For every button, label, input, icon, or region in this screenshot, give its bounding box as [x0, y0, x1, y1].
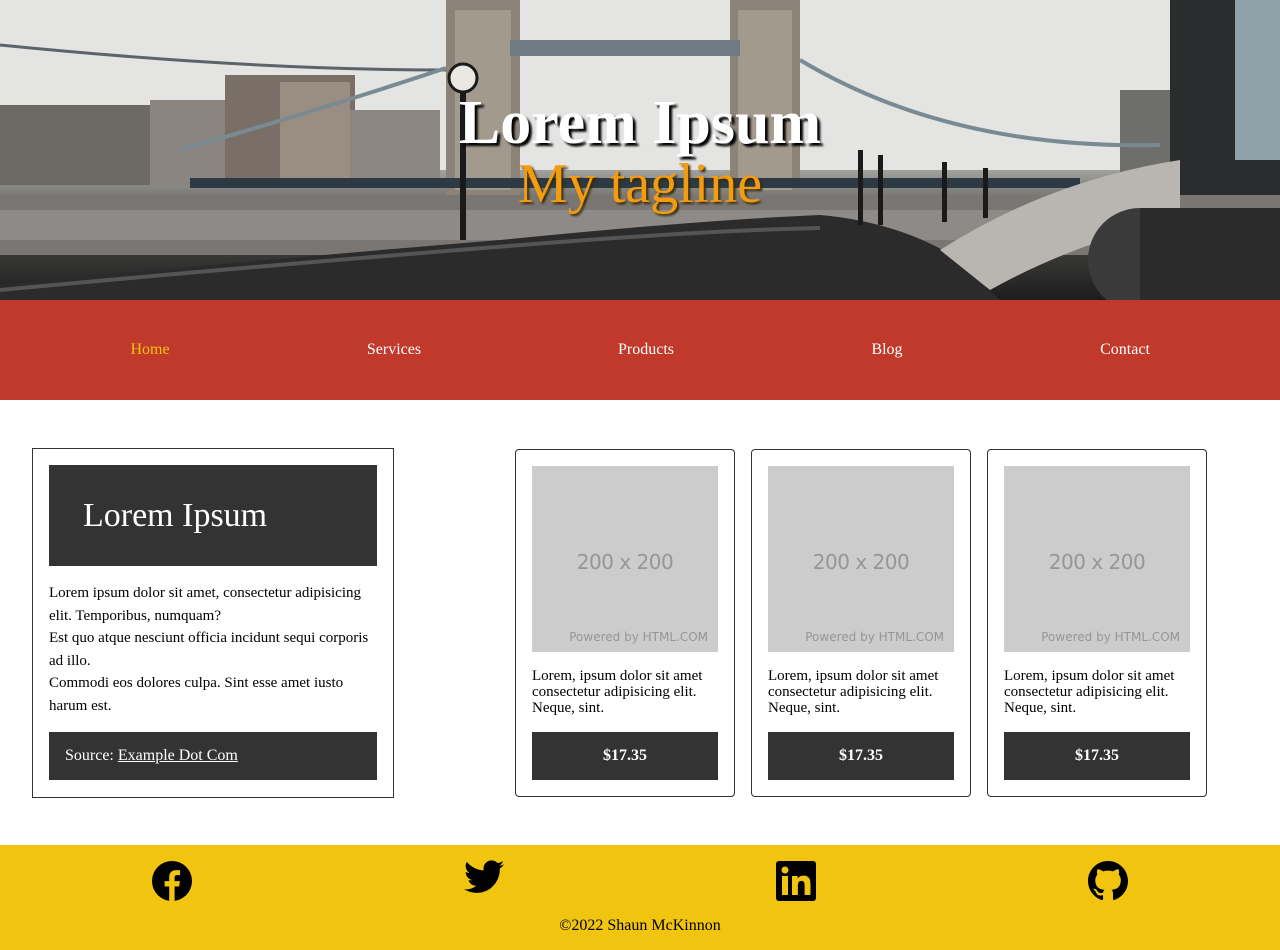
- linkedin-icon[interactable]: [776, 861, 816, 901]
- nav-link-products[interactable]: Products: [618, 340, 674, 360]
- article-header: Lorem Ipsum: [49, 465, 377, 566]
- product-description: Lorem, ipsum dolor sit amet consectetur …: [768, 668, 939, 716]
- placeholder-dimensions: 200 x 200: [576, 550, 674, 574]
- site-title: Lorem Ipsum: [458, 89, 822, 157]
- site-footer: ©2022 Shaun McKinnon: [0, 845, 1280, 950]
- copyright-text: ©2022 Shaun McKinnon: [559, 917, 721, 934]
- hero-banner: Lorem Ipsum My tagline: [0, 0, 1280, 300]
- product-card: 200 x 200 Powered by HTML.COM Lorem, ips…: [515, 449, 735, 797]
- product-image-placeholder: 200 x 200 Powered by HTML.COM: [532, 466, 718, 652]
- article-card: Lorem Ipsum Lorem ipsum dolor sit amet, …: [32, 448, 394, 798]
- product-price-button[interactable]: $17.35: [532, 732, 718, 780]
- product-card: 200 x 200 Powered by HTML.COM Lorem, ips…: [751, 449, 971, 797]
- product-price-button[interactable]: $17.35: [768, 732, 954, 780]
- product-price-button[interactable]: $17.35: [1004, 732, 1190, 780]
- source-label: Source:: [65, 747, 114, 764]
- article-body: Lorem ipsum dolor sit amet, consectetur …: [49, 582, 369, 717]
- placeholder-dimensions: 200 x 200: [812, 550, 910, 574]
- placeholder-credit: Powered by HTML.COM: [1041, 630, 1180, 644]
- product-card: 200 x 200 Powered by HTML.COM Lorem, ips…: [987, 449, 1207, 797]
- site-tagline: My tagline: [517, 153, 763, 215]
- github-icon[interactable]: [1088, 861, 1128, 901]
- nav-link-contact[interactable]: Contact: [1100, 340, 1150, 360]
- placeholder-credit: Powered by HTML.COM: [569, 630, 708, 644]
- main-navigation: Home Services Products Blog Contact: [0, 300, 1280, 400]
- article-source: Source: Example Dot Com: [49, 732, 377, 780]
- source-link[interactable]: Example Dot Com: [118, 747, 238, 764]
- twitter-icon[interactable]: [464, 859, 504, 899]
- article-paragraph: Lorem ipsum dolor sit amet, consectetur …: [49, 585, 362, 624]
- product-image-placeholder: 200 x 200 Powered by HTML.COM: [1004, 466, 1190, 652]
- product-description: Lorem, ipsum dolor sit amet consectetur …: [532, 668, 703, 716]
- placeholder-dimensions: 200 x 200: [1048, 550, 1146, 574]
- nav-link-blog[interactable]: Blog: [871, 340, 902, 360]
- facebook-icon[interactable]: [152, 861, 192, 901]
- article-title: Lorem Ipsum: [83, 497, 268, 534]
- nav-link-home[interactable]: Home: [130, 340, 169, 360]
- product-description: Lorem, ipsum dolor sit amet consectetur …: [1004, 668, 1175, 716]
- product-image-placeholder: 200 x 200 Powered by HTML.COM: [768, 466, 954, 652]
- article-paragraph: Commodi eos dolores culpa. Sint esse ame…: [49, 675, 344, 714]
- placeholder-credit: Powered by HTML.COM: [805, 630, 944, 644]
- article-paragraph: Est quo atque nesciunt officia incidunt …: [49, 630, 369, 669]
- nav-link-services[interactable]: Services: [367, 340, 421, 360]
